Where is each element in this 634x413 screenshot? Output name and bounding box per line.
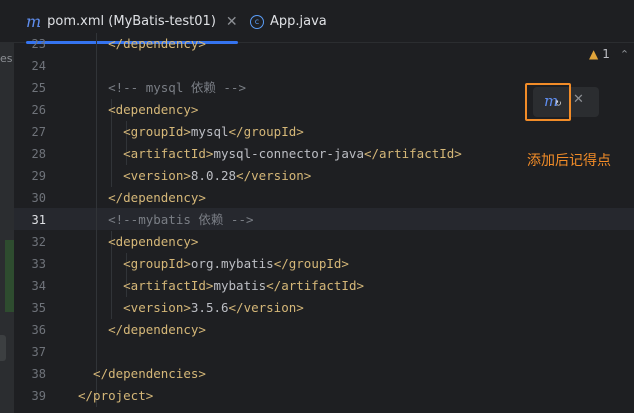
xml-tag: <dependency>	[78, 102, 199, 117]
xml-tag: </dependency>	[78, 322, 206, 337]
line-number: 27	[31, 125, 46, 139]
xml-tag: </dependencies>	[78, 366, 206, 381]
annotation-text: 添加后记得点	[527, 153, 611, 169]
xml-tag: <version>	[78, 168, 191, 183]
line-number: 28	[31, 147, 46, 161]
xml-tag: </dependency>	[78, 36, 206, 51]
xml-tag: <artifactId>	[78, 146, 214, 161]
xml-tag: <dependency>	[78, 234, 199, 249]
scroll-knob[interactable]	[0, 335, 6, 361]
xml-tag: <groupId>	[78, 124, 191, 139]
xml-tag: </version>	[228, 300, 304, 315]
code-line: <groupId>mysql</groupId>	[78, 121, 634, 143]
xml-tag: </version>	[236, 168, 312, 183]
line-number: 33	[31, 257, 46, 271]
xml-tag: <version>	[78, 300, 191, 315]
xml-tag: </groupId>	[228, 124, 304, 139]
warning-icon: ▲	[589, 47, 599, 61]
warning-count: 1	[602, 47, 610, 61]
line-number: 30	[31, 191, 46, 205]
xml-tag: </dependency>	[78, 190, 206, 205]
line-number: 24	[31, 59, 46, 73]
line-number: 31	[31, 213, 46, 227]
line-number: 34	[31, 279, 46, 293]
xml-text: 8.0.28	[190, 168, 237, 183]
xml-text: mysql	[190, 124, 229, 139]
annotation-highlight-box	[525, 83, 571, 121]
chevron-up-icon[interactable]: ⌃	[620, 48, 629, 61]
vcs-change-marker	[5, 240, 14, 312]
line-number: 36	[31, 323, 46, 337]
xml-text: mysql-connector-java	[213, 146, 364, 161]
truncated-text: es	[0, 52, 13, 65]
code-line: <dependency>	[78, 231, 634, 253]
xml-tag: <groupId>	[78, 256, 191, 271]
xml-tag: </project>	[78, 388, 154, 403]
xml-text: 3.5.6	[190, 300, 229, 315]
code-line: </dependency>	[78, 33, 634, 55]
inspection-widget[interactable]: ▲ 1 ⌃	[589, 47, 629, 61]
xml-text: org.mybatis	[190, 256, 274, 271]
java-class-icon: c	[250, 14, 264, 29]
maven-icon: m	[26, 12, 42, 31]
code-line: <version>3.5.6</version>	[78, 297, 634, 319]
code-line: </dependencies>	[78, 363, 634, 385]
code-line: </dependency>	[78, 319, 634, 341]
code-comment: <!--mybatis 依赖 -->	[78, 212, 254, 227]
code-line: </project>	[78, 385, 634, 407]
code-line: <!--mybatis 依赖 -->	[78, 209, 634, 231]
xml-tag: </artifactId>	[266, 278, 364, 293]
xml-text: mybatis	[213, 278, 267, 293]
code-line: <groupId>org.mybatis</groupId>	[78, 253, 634, 275]
line-number: 37	[31, 345, 46, 359]
line-number: 38	[31, 367, 46, 381]
line-number: 25	[31, 81, 46, 95]
close-icon[interactable]: ✕	[573, 92, 584, 107]
code-line: <artifactId>mybatis</artifactId>	[78, 275, 634, 297]
tab-label: pom.xml (MyBatis-test01)	[47, 14, 216, 29]
xml-tag: </groupId>	[273, 256, 349, 271]
line-number: 26	[31, 103, 46, 117]
tab-label: App.java	[270, 14, 327, 29]
code-line: </dependency>	[78, 187, 634, 209]
code-comment: <!-- mysql 依赖 -->	[78, 80, 246, 95]
project-tool-window-edge: es	[0, 43, 14, 413]
line-number: 29	[31, 169, 46, 183]
line-number: 39	[31, 389, 46, 403]
xml-tag: </artifactId>	[363, 146, 462, 161]
line-number-gutter: 23 24 25 26 27 28 29 30 31 32 33 34 35 36 37 38 39	[14, 37, 78, 413]
close-icon[interactable]: ✕	[226, 14, 238, 30]
line-number: 35	[31, 301, 46, 315]
line-number: 32	[31, 235, 46, 249]
line-number: 23	[31, 37, 46, 51]
xml-tag: <artifactId>	[78, 278, 214, 293]
